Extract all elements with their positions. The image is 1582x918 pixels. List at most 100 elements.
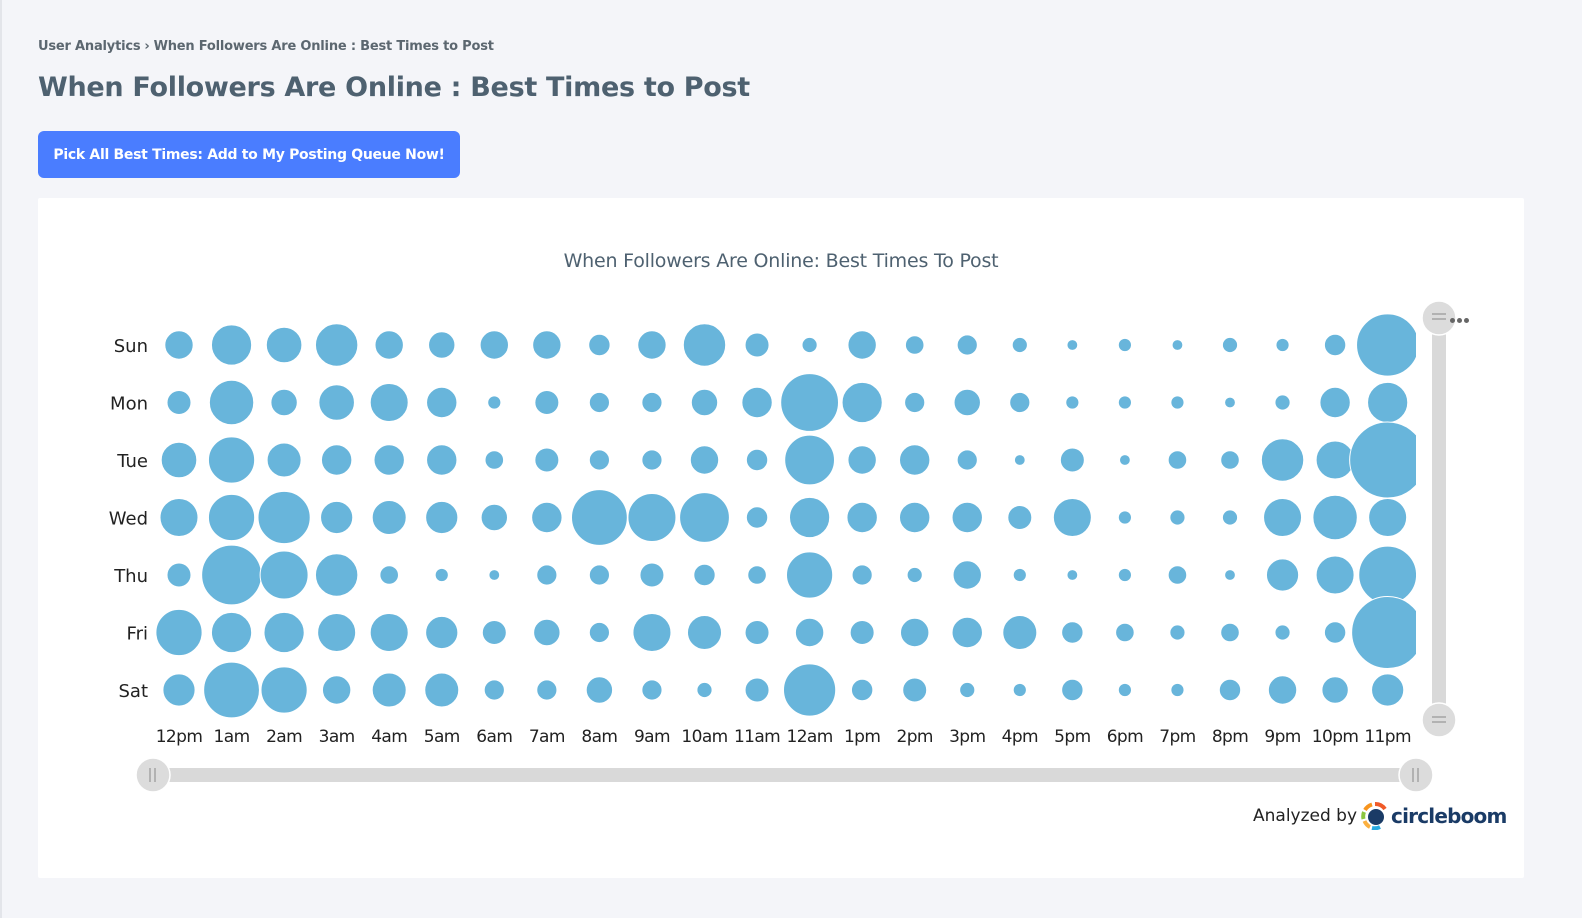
bubble-sun-9pm[interactable] [1275, 337, 1290, 353]
bubble-tue-8pm[interactable] [1220, 450, 1240, 470]
bubble-wed-9pm[interactable] [1263, 498, 1303, 537]
bubble-tue-5pm[interactable] [1059, 447, 1085, 473]
bubble-sat-10pm[interactable] [1321, 676, 1349, 704]
bubble-wed-4pm[interactable] [1007, 505, 1033, 530]
bubble-sat-4am[interactable] [371, 672, 407, 708]
bubble-wed-2am[interactable] [257, 490, 311, 545]
bubble-tue-7pm[interactable] [1167, 450, 1188, 470]
bubble-wed-9am[interactable] [627, 493, 677, 542]
bubble-thu-10am[interactable] [693, 563, 716, 587]
breadcrumb-item-user-analytics[interactable]: User Analytics [38, 39, 141, 54]
bubble-sat-12pm[interactable] [162, 673, 196, 707]
bubble-thu-6am[interactable] [488, 569, 501, 581]
bubble-sun-2pm[interactable] [904, 335, 925, 355]
bubble-fri-3pm[interactable] [951, 616, 983, 649]
bubble-sun-11pm[interactable] [1356, 313, 1419, 377]
bubble-wed-3am[interactable] [320, 500, 354, 535]
bubble-tue-9pm[interactable] [1260, 438, 1305, 482]
bubble-fri-1pm[interactable] [849, 620, 875, 645]
bubble-wed-12am[interactable] [789, 496, 831, 539]
bubble-mon-2pm[interactable] [904, 391, 926, 414]
y-slider-handle-bottom[interactable] [1421, 702, 1457, 738]
bubble-thu-1am[interactable] [201, 544, 262, 606]
bubble-wed-11am[interactable] [745, 506, 769, 529]
bubble-sat-1am[interactable] [203, 661, 260, 719]
bubble-wed-5am[interactable] [425, 500, 459, 535]
bubble-mon-11am[interactable] [741, 386, 773, 419]
bubble-thu-5pm[interactable] [1066, 569, 1079, 581]
bubble-fri-4am[interactable] [369, 613, 409, 652]
bubble-sat-11pm[interactable] [1371, 673, 1405, 707]
bubble-mon-11pm[interactable] [1367, 381, 1409, 424]
bubble-sun-1am[interactable] [210, 324, 253, 366]
bubble-thu-12am[interactable] [786, 551, 834, 599]
bubble-fri-9pm[interactable] [1274, 624, 1291, 641]
y-range-slider[interactable] [1421, 300, 1457, 738]
bubble-mon-7am[interactable] [534, 390, 560, 415]
bubble-thu-6pm[interactable] [1117, 567, 1133, 583]
bubble-thu-2am[interactable] [259, 550, 309, 600]
bubble-sun-4am[interactable] [374, 330, 404, 360]
bubble-wed-1am[interactable] [207, 493, 256, 542]
bubble-sun-10pm[interactable] [1323, 333, 1347, 357]
bubble-mon-6am[interactable] [487, 395, 502, 410]
bubble-mon-4pm[interactable] [1009, 391, 1031, 414]
bubble-sun-8pm[interactable] [1221, 336, 1239, 354]
bubble-sat-7pm[interactable] [1170, 682, 1185, 698]
y-slider-track[interactable] [1432, 318, 1446, 718]
bubble-sat-8am[interactable] [585, 676, 614, 704]
bubble-tue-8am[interactable] [588, 449, 611, 471]
bubble-wed-8pm[interactable] [1221, 509, 1239, 526]
bubble-sat-7am[interactable] [536, 679, 558, 701]
bubble-mon-5am[interactable] [426, 386, 458, 419]
bubble-fri-10am[interactable] [687, 615, 722, 650]
bubble-mon-7pm[interactable] [1170, 395, 1185, 410]
bubble-thu-2pm[interactable] [906, 566, 923, 584]
bubble-mon-2am[interactable] [270, 388, 298, 417]
bubble-sat-5pm[interactable] [1061, 678, 1084, 702]
bubble-fri-5pm[interactable] [1061, 621, 1084, 644]
bubble-tue-11pm[interactable] [1349, 421, 1426, 499]
bubble-sun-12am[interactable] [801, 336, 818, 354]
bubble-wed-6pm[interactable] [1117, 510, 1133, 525]
bubble-wed-12pm[interactable] [159, 498, 199, 537]
bubble-tue-2pm[interactable] [899, 444, 931, 476]
bubble-wed-10pm[interactable] [1312, 494, 1358, 541]
bubble-mon-5pm[interactable] [1065, 395, 1080, 410]
bubble-fri-6pm[interactable] [1115, 622, 1135, 643]
bubble-thu-5am[interactable] [434, 567, 449, 583]
bubble-tue-7am[interactable] [534, 447, 560, 473]
bubble-tue-6am[interactable] [484, 450, 505, 470]
add-best-times-to-queue-button[interactable]: Pick All Best Times: Add to My Posting Q… [38, 131, 460, 178]
bubble-sun-3am[interactable] [314, 323, 359, 367]
bubble-wed-3pm[interactable] [951, 501, 983, 534]
bubble-fri-6am[interactable] [481, 620, 507, 645]
bubble-tue-11am[interactable] [745, 448, 769, 472]
bubble-sun-6am[interactable] [479, 330, 509, 360]
bubble-sat-5am[interactable] [424, 672, 460, 708]
bubble-sun-6pm[interactable] [1117, 337, 1133, 353]
bubble-sun-10am[interactable] [682, 323, 727, 367]
bubble-sun-7am[interactable] [532, 330, 562, 360]
bubble-fri-1am[interactable] [210, 611, 253, 654]
bubble-tue-12am[interactable] [784, 434, 835, 486]
bubble-mon-10pm[interactable] [1319, 386, 1351, 419]
bubble-sat-1pm[interactable] [850, 678, 874, 702]
bubble-sun-1pm[interactable] [847, 330, 877, 360]
bubble-sat-3am[interactable] [321, 675, 352, 705]
bubble-tue-6pm[interactable] [1119, 454, 1131, 466]
bubble-thu-9am[interactable] [639, 562, 665, 588]
bubble-sun-7pm[interactable] [1171, 339, 1184, 351]
bubble-fri-9am[interactable] [632, 613, 672, 652]
bubble-fri-12pm[interactable] [155, 608, 203, 657]
bubble-fri-10pm[interactable] [1323, 621, 1347, 644]
bubble-thu-8am[interactable] [588, 564, 611, 586]
bubble-sun-4pm[interactable] [1011, 336, 1028, 354]
x-range-slider[interactable] [135, 757, 1434, 793]
bubble-thu-3am[interactable] [314, 553, 359, 597]
bubble-thu-11pm[interactable] [1358, 545, 1417, 605]
chart-menu-icon[interactable] [1450, 308, 1474, 328]
bubble-fri-8am[interactable] [588, 621, 611, 644]
bubble-sat-6am[interactable] [483, 679, 505, 701]
bubble-thu-7pm[interactable] [1167, 565, 1188, 585]
